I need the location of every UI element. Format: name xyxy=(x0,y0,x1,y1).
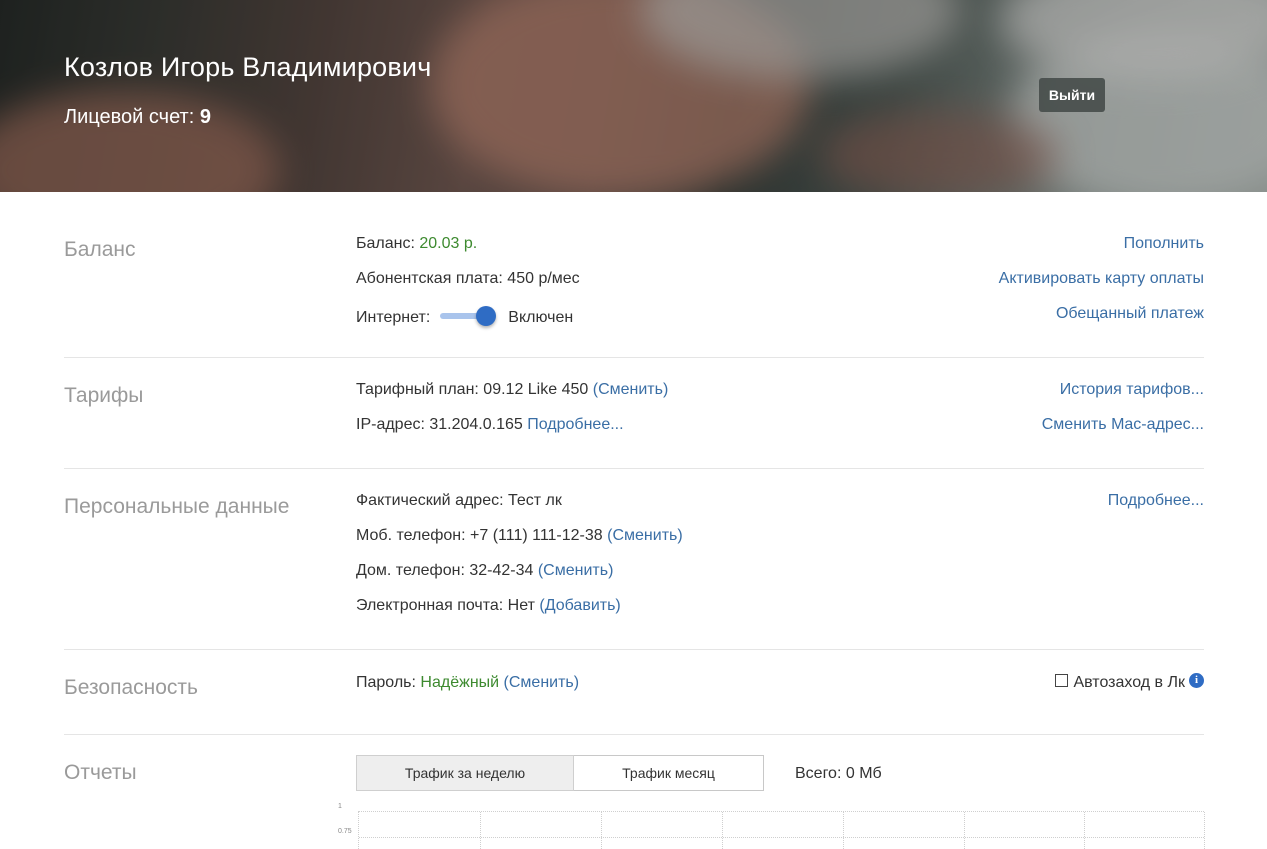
home-phone-row: Дом. телефон: 32-42-34 (Сменить) xyxy=(356,562,613,580)
tab-weekly-traffic[interactable]: Трафик за неделю xyxy=(356,755,574,791)
traffic-tabs: Трафик за неделю Трафик месяц xyxy=(356,755,764,791)
reports-section: Отчеты Трафик за неделю Трафик месяц Все… xyxy=(64,735,1205,849)
top-up-link[interactable]: Пополнить xyxy=(1124,235,1204,253)
balance-label: Баланс: xyxy=(356,235,415,252)
password-strength: Надёжный xyxy=(420,674,500,691)
traffic-total: Всего: 0 Мб xyxy=(795,765,882,782)
email-text: Электронная почта: Нет xyxy=(356,597,535,614)
user-full-name: Козлов Игорь Владимирович xyxy=(64,52,432,82)
account-number: Лицевой счет: 9 xyxy=(64,106,211,129)
change-mobile-link[interactable]: (Сменить) xyxy=(607,527,683,544)
ip-address-row: IP-адрес: 31.204.0.165 Подробнее... xyxy=(356,416,624,434)
change-password-link[interactable]: (Сменить) xyxy=(504,674,580,691)
balance-value: 20.03 р. xyxy=(419,235,478,252)
grid-line xyxy=(843,812,844,849)
y-tick-label: 1 xyxy=(338,803,342,810)
traffic-chart: 1 0.75 xyxy=(338,803,1205,849)
grid-line xyxy=(601,812,602,849)
section-title-balance: Баланс xyxy=(64,238,136,261)
tariffs-section: Тарифы Тарифный план: 09.12 Like 450 (См… xyxy=(64,358,1204,469)
toggle-knob xyxy=(476,306,497,326)
section-title-personal: Персональные данные xyxy=(64,495,290,518)
logout-button[interactable]: Выйти xyxy=(1039,78,1105,112)
autologin-option[interactable]: Автозаход в Лк i xyxy=(1055,673,1204,692)
tariff-plan-row: Тарифный план: 09.12 Like 450 (Сменить) xyxy=(356,381,668,399)
balance-section: Баланс Баланс: 20.03 р. Абонентская плат… xyxy=(64,192,1204,358)
autologin-label: Автозаход в Лк xyxy=(1073,674,1185,691)
section-title-security: Безопасность xyxy=(64,676,198,699)
ip-address-text: IP-адрес: 31.204.0.165 xyxy=(356,416,523,433)
balance-row: Баланс: 20.03 р. xyxy=(356,235,477,253)
internet-label: Интернет: xyxy=(356,309,431,327)
section-title-reports: Отчеты xyxy=(64,761,137,784)
tariff-plan-text: Тарифный план: 09.12 Like 450 xyxy=(356,381,589,398)
grid-line xyxy=(359,837,1204,838)
info-icon[interactable]: i xyxy=(1189,673,1204,689)
tab-monthly-traffic[interactable]: Трафик месяц xyxy=(574,755,764,791)
internet-status: Включен xyxy=(508,309,574,327)
password-row: Пароль: Надёжный (Сменить) xyxy=(356,674,579,692)
password-label: Пароль: xyxy=(356,674,416,691)
autologin-checkbox[interactable] xyxy=(1055,674,1069,688)
account-number-value: 9 xyxy=(199,106,211,128)
promised-payment-link[interactable]: Обещанный платеж xyxy=(1056,305,1204,323)
grid-line xyxy=(1084,812,1085,849)
tariff-history-link[interactable]: История тарифов... xyxy=(1060,381,1204,399)
activate-card-link[interactable]: Активировать карту оплаты xyxy=(999,270,1204,288)
y-tick-label: 0.75 xyxy=(338,828,352,835)
internet-row: Интернет: Включен xyxy=(356,306,574,328)
personal-data-section: Персональные данные Фактический адрес: Т… xyxy=(64,469,1204,650)
change-home-phone-link[interactable]: (Сменить) xyxy=(538,562,614,579)
personal-details-link[interactable]: Подробнее... xyxy=(1108,492,1204,510)
grid-line xyxy=(1204,812,1205,849)
internet-toggle[interactable] xyxy=(438,306,498,326)
mobile-phone-row: Моб. телефон: +7 (111) 111-12-38 (Сменит… xyxy=(356,527,683,545)
section-title-tariffs: Тарифы xyxy=(64,384,144,407)
email-row: Электронная почта: Нет (Добавить) xyxy=(356,597,621,615)
security-section: Безопасность Пароль: Надёжный (Сменить) … xyxy=(64,650,1204,735)
address-row: Фактический адрес: Тест лк xyxy=(356,492,562,509)
subscription-fee: Абонентская плата: 450 р/мес xyxy=(356,270,580,287)
account-label: Лицевой счет: xyxy=(64,106,195,128)
change-mac-link[interactable]: Сменить Mac-адрес... xyxy=(1042,416,1204,434)
home-phone-text: Дом. телефон: 32-42-34 xyxy=(356,562,534,579)
chart-plot-area xyxy=(358,811,1205,849)
profile-header: Козлов Игорь Владимирович Лицевой счет: … xyxy=(0,0,1267,192)
grid-line xyxy=(480,812,481,849)
change-tariff-link[interactable]: (Сменить) xyxy=(593,381,669,398)
grid-line xyxy=(722,812,723,849)
mobile-phone-text: Моб. телефон: +7 (111) 111-12-38 xyxy=(356,527,603,544)
add-email-link[interactable]: (Добавить) xyxy=(539,597,620,614)
grid-line xyxy=(964,812,965,849)
ip-details-link[interactable]: Подробнее... xyxy=(527,416,623,433)
